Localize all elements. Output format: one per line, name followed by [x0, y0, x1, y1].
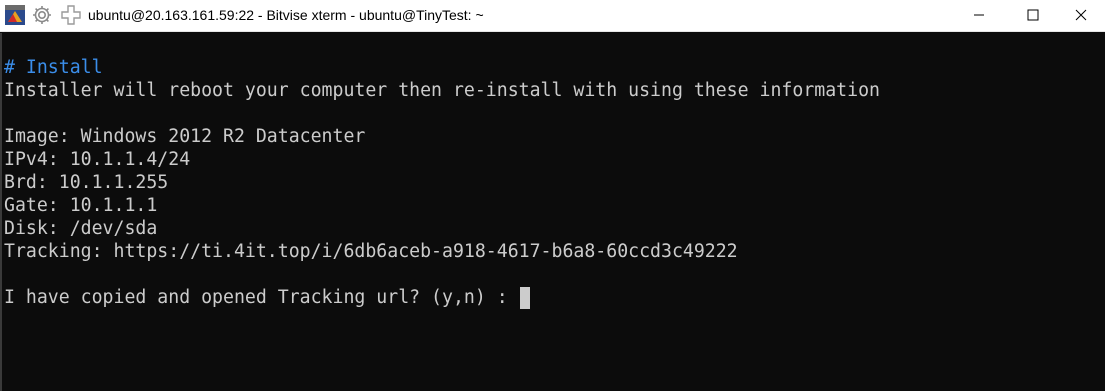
title-bar: ubuntu@20.163.161.59:22 - Bitvise xterm …	[0, 0, 1105, 32]
plus-icon[interactable]	[60, 4, 82, 26]
maximize-icon	[1027, 6, 1039, 25]
minimize-button[interactable]	[956, 0, 1002, 31]
bitvise-app-icon[interactable]	[4, 4, 26, 26]
terminal-prompt-line: I have copied and opened Tracking url? (…	[4, 287, 519, 308]
terminal-cursor	[520, 287, 530, 309]
terminal-line: Tracking: https://ti.4it.top/i/6db6aceb-…	[4, 241, 738, 262]
terminal-line: Image: Windows 2012 R2 Datacenter	[4, 126, 366, 147]
gear-icon[interactable]	[31, 4, 53, 26]
terminal-line: # Install	[4, 57, 103, 78]
terminal-line: Installer will reboot your computer then…	[4, 80, 880, 101]
terminal-line: IPv4: 10.1.1.4/24	[4, 149, 191, 170]
minimize-icon	[973, 6, 985, 25]
maximize-button[interactable]	[1010, 0, 1056, 31]
terminal-line: Brd: 10.1.1.255	[4, 172, 169, 193]
terminal-line: Disk: /dev/sda	[4, 218, 158, 239]
close-icon	[1075, 6, 1087, 25]
terminal-line: Gate: 10.1.1.1	[4, 195, 158, 216]
terminal-area[interactable]: # Install Installer will reboot your com…	[0, 33, 1105, 391]
window-title: ubuntu@20.163.161.59:22 - Bitvise xterm …	[88, 7, 484, 23]
close-button[interactable]	[1058, 0, 1104, 31]
